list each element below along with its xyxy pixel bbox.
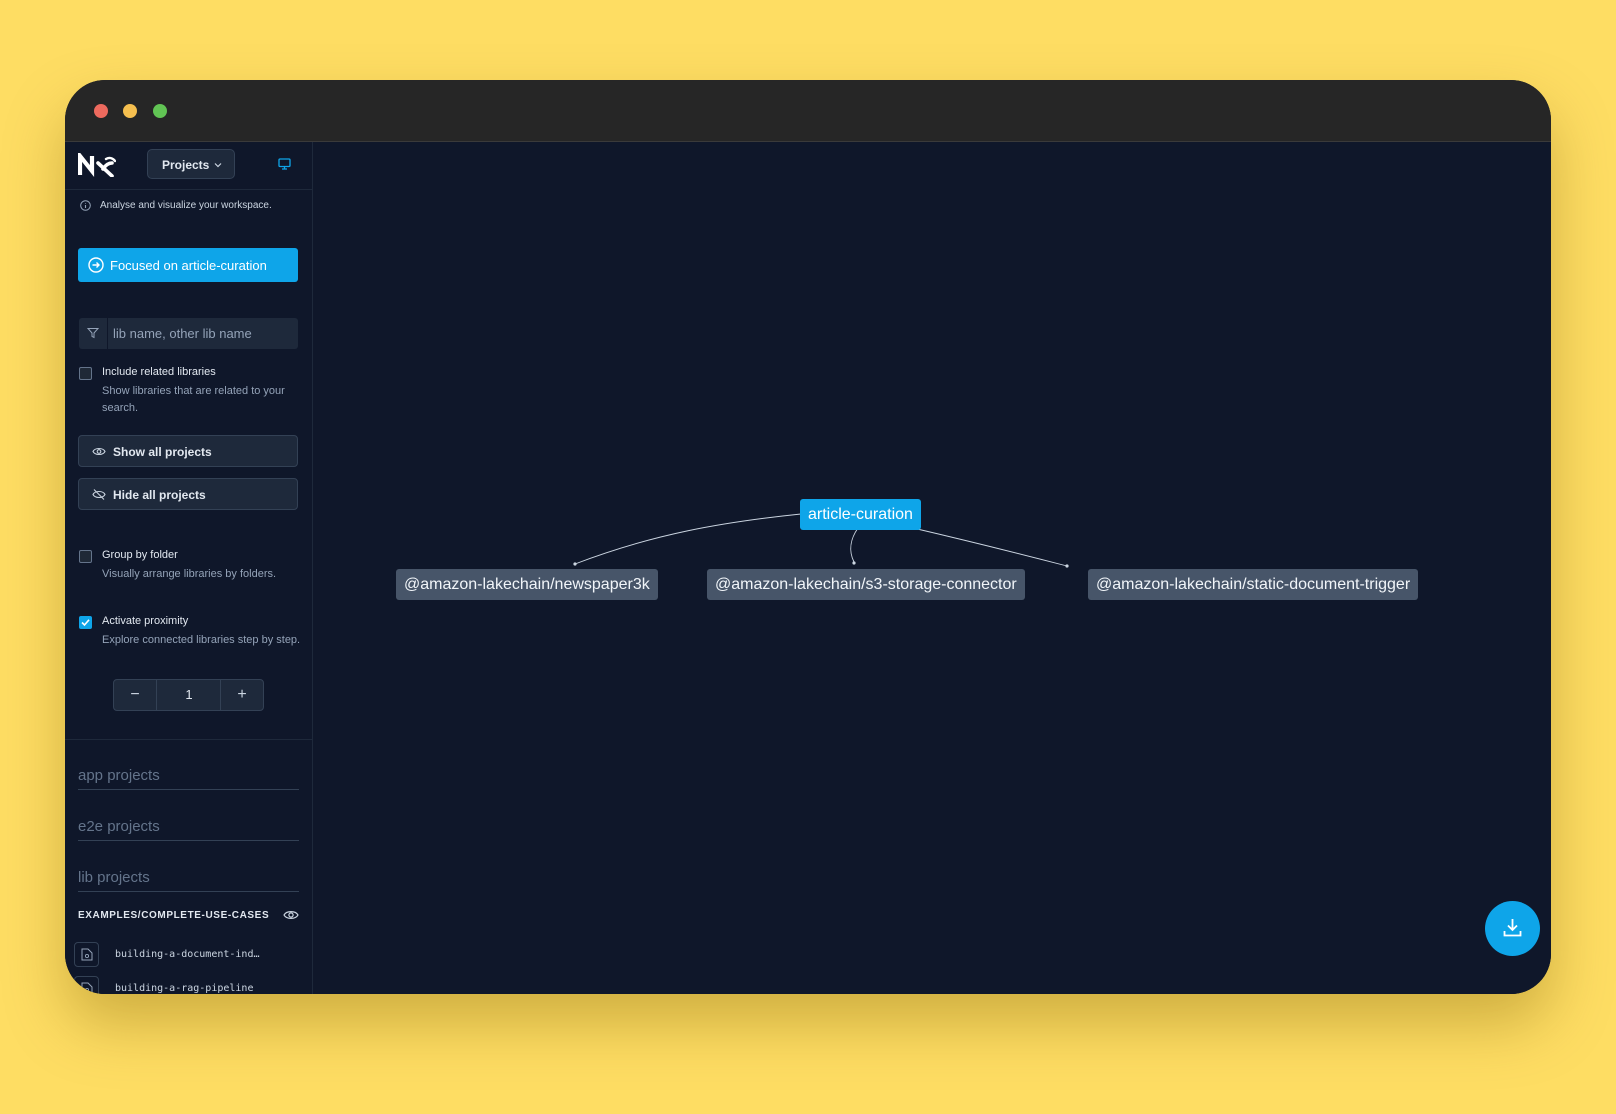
graph-edges <box>573 513 1069 568</box>
graph-node-focused[interactable]: article-curation <box>800 499 921 530</box>
show-all-projects-label: Show all projects <box>113 445 212 459</box>
chevron-down-icon <box>214 163 222 168</box>
decrement-button[interactable]: − <box>114 680 157 710</box>
edge-arrow <box>573 562 577 566</box>
filter-icon-wrap <box>79 318 108 349</box>
eye-off-icon <box>92 489 106 500</box>
graph-node-dependency[interactable]: @amazon-lakechain/static-document-trigge… <box>1088 569 1419 600</box>
proximity-stepper: − 1 + <box>113 679 264 711</box>
checkmark-icon <box>81 619 90 627</box>
download-graph-button[interactable] <box>1485 901 1540 956</box>
project-graph-canvas[interactable]: article-curation @amazon-lakechain/newsp… <box>313 142 1551 994</box>
graph-node-dependency[interactable]: @amazon-lakechain/newspaper3k <box>396 569 658 600</box>
activate-proximity-title: Activate proximity <box>102 615 189 627</box>
download-icon <box>1503 919 1522 937</box>
include-related-description: Show libraries that are related to your … <box>102 385 285 414</box>
focused-project-label: Focused on article-curation <box>110 258 267 273</box>
info-text: Analyse and visualize your workspace. <box>100 200 272 211</box>
e2e-projects-heading: e2e projects <box>78 818 299 841</box>
arrow-circle-right-icon <box>88 257 104 273</box>
lib-projects-heading: lib projects <box>78 869 299 892</box>
filter-icon <box>87 328 99 339</box>
eye-icon[interactable] <box>283 908 299 922</box>
view-select[interactable]: Projects <box>147 149 235 179</box>
folder-name: EXAMPLES/COMPLETE-USE-CASES <box>78 910 270 921</box>
app-projects-heading: app projects <box>78 767 299 790</box>
project-item[interactable]: building-a-rag-pipeline <box>74 976 304 994</box>
view-select-label: Projects <box>162 158 210 172</box>
edge-s3-storage-connector <box>850 527 859 563</box>
show-all-projects-button[interactable]: Show all projects <box>78 435 298 467</box>
minimize-window-button[interactable] <box>123 104 137 118</box>
maximize-window-button[interactable] <box>153 104 167 118</box>
edge-arrow <box>852 561 856 565</box>
folder-heading: EXAMPLES/COMPLETE-USE-CASES <box>78 910 299 921</box>
proximity-value: 1 <box>185 687 193 702</box>
file-icon-box <box>74 976 99 994</box>
nx-logo[interactable] <box>78 153 116 177</box>
document-icon <box>81 948 93 961</box>
group-by-folder-title: Group by folder <box>102 549 178 561</box>
edge-newspaper3k <box>574 513 802 565</box>
sidebar: Projects Analyse and visualize your work… <box>65 142 313 994</box>
file-icon-box <box>74 942 99 967</box>
edge-arrow <box>1065 564 1069 568</box>
info-icon <box>80 200 91 211</box>
sidebar-divider <box>65 739 312 740</box>
eye-icon <box>92 447 106 456</box>
sidebar-header: Projects <box>65 142 312 190</box>
app-window: Projects Analyse and visualize your work… <box>65 80 1551 994</box>
activate-proximity-description: Explore connected libraries step by step… <box>102 634 301 646</box>
document-icon <box>81 982 93 994</box>
close-window-button[interactable] <box>94 104 108 118</box>
group-by-folder-description: Visually arrange libraries by folders. <box>102 568 277 580</box>
include-related-checkbox[interactable] <box>79 367 92 380</box>
filter-input[interactable] <box>107 318 292 349</box>
activate-proximity-checkbox[interactable] <box>79 616 92 629</box>
graph-node-dependency[interactable]: @amazon-lakechain/s3-storage-connector <box>707 569 1025 600</box>
project-name: building-a-rag-pipeline <box>115 983 254 994</box>
focused-project-button[interactable]: Focused on article-curation <box>78 248 298 282</box>
increment-button[interactable]: + <box>220 680 263 710</box>
hide-all-projects-button[interactable]: Hide all projects <box>78 478 298 510</box>
include-related-title: Include related libraries <box>102 366 216 378</box>
filter-box <box>79 318 298 349</box>
title-bar <box>65 80 1551 142</box>
hide-all-projects-label: Hide all projects <box>113 488 206 502</box>
project-name: building-a-document-ind… <box>115 949 260 960</box>
monitor-icon[interactable] <box>278 158 291 170</box>
edge-static-document-trigger <box>912 527 1068 567</box>
project-item[interactable]: building-a-document-ind… <box>74 942 304 970</box>
group-by-folder-checkbox[interactable] <box>79 550 92 563</box>
